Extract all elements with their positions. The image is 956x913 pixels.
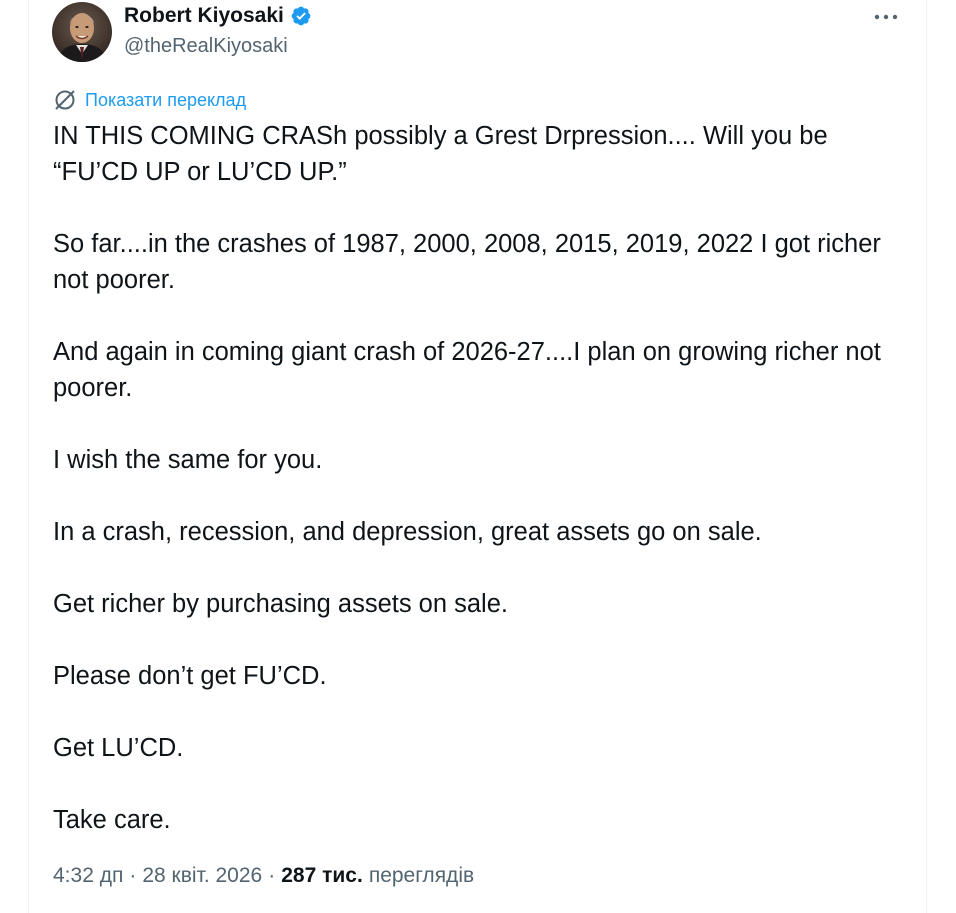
tweet-meta: 4:32 дп · 28 квіт. 2026 · 287 тис. перег… [53,864,474,888]
author-display-name[interactable]: Robert Kiyosaki [124,4,284,28]
tweet-paragraph: Get LU’CD. [53,734,184,762]
views-count: 287 тис. [281,864,363,887]
tweet-detail: Robert Kiyosaki @theRealKiyosaki Показат… [0,0,956,913]
column-border-left [28,0,29,913]
author-name-row: Robert Kiyosaki [124,4,312,28]
tweet-paragraph: Take care. [53,806,171,834]
tweet-timestamp-date[interactable]: 28 квіт. 2026 [142,864,262,888]
tweet-timestamp-time[interactable]: 4:32 дп [53,864,123,888]
profile-photo [52,2,112,62]
more-horizontal-icon [874,14,898,20]
show-translation-label: Показати переклад [85,89,247,110]
meta-separator: · [268,864,276,887]
views-label: переглядів [368,864,475,887]
globe-icon [55,90,75,110]
tweet-paragraph: In a crash, recession, and depression, g… [53,518,762,546]
tweet-paragraph: Get richer by purchasing assets on sale. [53,590,508,618]
tweet-paragraph: IN THIS COMING CRASh possibly a Grest Dr… [53,122,835,186]
tweet-paragraph: Please don’t get FU’CD. [53,662,327,690]
avatar[interactable] [52,2,112,62]
tweet-paragraph: I wish the same for you. [53,446,323,474]
author-handle[interactable]: @theRealKiyosaki [124,35,288,58]
verified-badge-icon[interactable] [290,5,312,27]
show-translation-button[interactable]: Показати переклад [53,88,246,112]
more-options-button[interactable] [868,4,904,30]
column-border-right [926,0,927,913]
tweet-paragraph: And again in coming giant crash of 2026-… [53,338,888,402]
tweet-paragraph: So far....in the crashes of 1987, 2000, … [53,230,889,294]
tweet-text: IN THIS COMING CRASh possibly a Grest Dr… [53,118,913,874]
meta-separator: · [129,864,137,887]
